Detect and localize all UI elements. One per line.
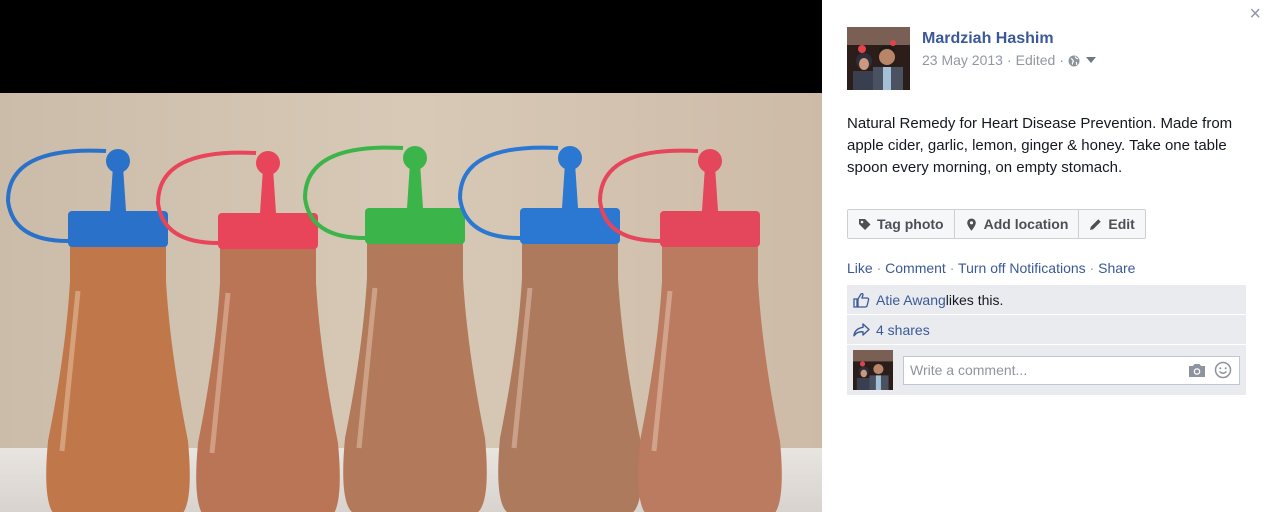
- shares-link[interactable]: 4 shares: [876, 322, 930, 338]
- photo-viewer: [0, 0, 822, 512]
- post-caption: Natural Remedy for Heart Disease Prevent…: [847, 115, 1233, 176]
- turn-off-notifications-link[interactable]: Turn off Notifications: [958, 260, 1086, 276]
- action-separator: ·: [945, 260, 959, 276]
- bottle-cap: [660, 211, 760, 247]
- tag-icon: [859, 218, 871, 230]
- likes-row: Atie Awang likes this.: [847, 285, 1246, 315]
- post-actions: Like · Comment · Turn off Notifications …: [847, 260, 1135, 276]
- camera-icon[interactable]: [1187, 361, 1207, 379]
- bottle-cap: [218, 213, 318, 249]
- photo-action-buttons: Tag photo Add location Edit: [847, 209, 1146, 239]
- bottle-tip: [698, 149, 722, 173]
- bottle-cap: [68, 211, 168, 247]
- post-date[interactable]: 23 May 2013: [922, 52, 1003, 68]
- bottle-tip: [106, 149, 130, 173]
- post-info-panel: × Mardziah Hashim 23 May 2013 · Edited ·…: [822, 0, 1270, 512]
- smiley-icon[interactable]: [1213, 361, 1233, 379]
- bottle-tip: [558, 146, 582, 170]
- likes-suffix: likes this.: [945, 291, 1004, 308]
- comment-composer: [847, 345, 1246, 395]
- bottle-tip: [403, 146, 427, 170]
- location-pin-icon: [966, 218, 976, 231]
- add-location-label: Add location: [983, 216, 1069, 232]
- user-avatar[interactable]: [853, 350, 893, 390]
- action-separator: ·: [872, 260, 886, 276]
- close-icon[interactable]: ×: [1249, 4, 1261, 24]
- liker-link[interactable]: Atie Awang: [876, 292, 946, 308]
- globe-icon[interactable]: [1068, 54, 1080, 67]
- comment-link[interactable]: Comment: [885, 260, 946, 276]
- post-meta: 23 May 2013 · Edited ·: [922, 52, 1096, 68]
- bottle-cap: [365, 208, 465, 244]
- shares-row: 4 shares: [847, 315, 1246, 345]
- tag-photo-button[interactable]: Tag photo: [848, 210, 955, 238]
- comment-field-wrapper: [903, 355, 1240, 385]
- meta-separator: ·: [1059, 52, 1064, 68]
- share-link[interactable]: Share: [1098, 260, 1135, 276]
- feedback-box: Atie Awang likes this. 4 shares: [847, 285, 1246, 395]
- edit-label: Edit: [1108, 216, 1135, 232]
- author-avatar[interactable]: [847, 27, 910, 90]
- edited-label[interactable]: Edited: [1016, 52, 1056, 68]
- tag-photo-label: Tag photo: [877, 216, 944, 232]
- photo-image: [0, 93, 822, 512]
- add-location-button[interactable]: Add location: [955, 210, 1080, 238]
- like-link[interactable]: Like: [847, 260, 873, 276]
- thumbs-up-icon: [853, 292, 870, 308]
- edit-button[interactable]: Edit: [1079, 210, 1144, 238]
- chevron-down-icon[interactable]: [1086, 57, 1096, 63]
- comment-input[interactable]: [910, 362, 1181, 378]
- action-separator: ·: [1085, 260, 1099, 276]
- meta-separator: ·: [1006, 52, 1012, 68]
- post-author-name[interactable]: Mardziah Hashim: [922, 30, 1054, 48]
- pencil-icon: [1090, 218, 1102, 230]
- share-arrow-icon: [853, 322, 870, 336]
- bottle-tip: [256, 151, 280, 175]
